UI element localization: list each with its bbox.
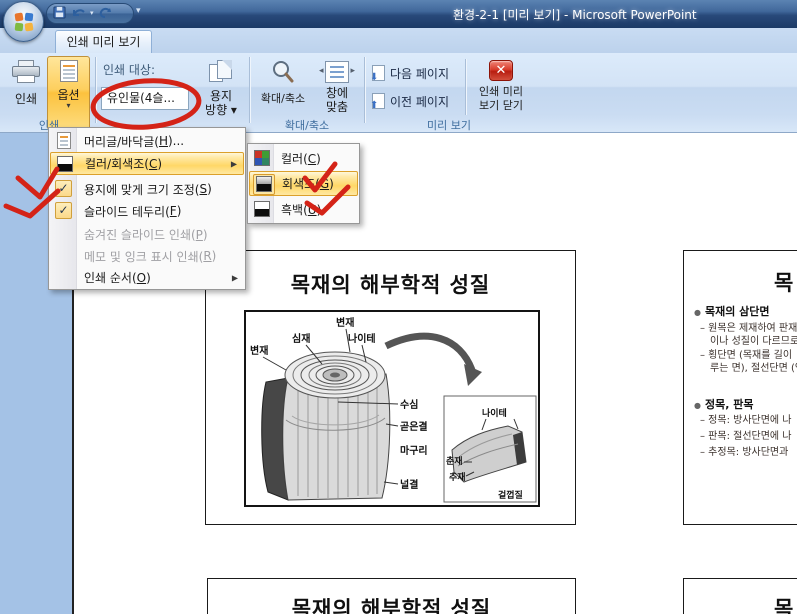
wood-anatomy-diagram: 변재 심재 변재 나이테 수심 곧은결 마구리 널결 bbox=[246, 312, 538, 505]
menu-item-header-footer[interactable]: 머리글/바닥글(H)... bbox=[50, 130, 244, 152]
svg-text:곧은결: 곧은결 bbox=[400, 420, 428, 433]
orientation-button[interactable]: 용지 방향 ▾ bbox=[196, 56, 246, 130]
color-grayscale-icon bbox=[57, 156, 73, 172]
options-menu: 머리글/바닥글(H)... 컬러/회색조(C) ▶ ✓ 용지에 맞게 크기 조정… bbox=[48, 127, 246, 290]
quick-access-toolbar: ▾ bbox=[46, 3, 134, 24]
slide2-title: 목 bbox=[774, 267, 793, 297]
print-target-label: 인쇄 대상: bbox=[103, 61, 155, 78]
paper-orientation-icon bbox=[208, 59, 234, 85]
chevron-down-icon: ▾ bbox=[66, 102, 70, 110]
next-page-icon: ⬇ bbox=[372, 65, 385, 81]
options-icon bbox=[60, 60, 78, 82]
svg-text:나이테: 나이테 bbox=[348, 332, 376, 345]
next-page-button[interactable]: ⬇ 다음 페이지 bbox=[372, 61, 449, 85]
group-separator bbox=[249, 57, 251, 123]
color-icon bbox=[254, 150, 270, 166]
svg-text:춘재: 춘재 bbox=[446, 455, 463, 467]
submenu-arrow-icon: ▶ bbox=[232, 273, 238, 282]
menu-item-color-grayscale[interactable]: 컬러/회색조(C) ▶ bbox=[50, 152, 244, 175]
powerpoint-window: ▾ ▾ 환경-2-1 [미리 보기] - Microsoft PowerPoin… bbox=[0, 0, 797, 614]
qat-customize-icon[interactable]: ▾ bbox=[136, 7, 141, 16]
grayscale-icon bbox=[256, 176, 272, 192]
svg-text:널결: 널결 bbox=[400, 478, 418, 491]
color-grayscale-submenu: 컬러(C) 회색조(G) 흑백(U) bbox=[247, 143, 360, 224]
slide-thumbnail-4[interactable]: 목 bbox=[683, 578, 797, 614]
ribbon-tab-row: 인쇄 미리 보기 bbox=[0, 28, 797, 53]
bullet-icon: ● bbox=[694, 401, 701, 410]
slide-thumbnail-1[interactable]: 목재의 해부학적 성질 bbox=[205, 250, 576, 525]
svg-text:나이테: 나이테 bbox=[482, 407, 507, 419]
bullet-icon: ● bbox=[694, 308, 701, 317]
tab-print-preview[interactable]: 인쇄 미리 보기 bbox=[55, 30, 152, 53]
slide2-text-line: – 정목: 방사단면에 나 bbox=[700, 411, 792, 426]
svg-text:수심: 수심 bbox=[400, 398, 418, 411]
slide2-bullet-2: ●정목, 판목 bbox=[694, 396, 753, 412]
group-separator bbox=[364, 57, 366, 123]
header-footer-icon bbox=[57, 132, 71, 149]
slide2-bullet-1: ●목재의 삼단면 bbox=[694, 303, 770, 319]
printer-icon bbox=[12, 60, 40, 84]
group-separator bbox=[95, 57, 97, 123]
menu-item-print-comments-ink: 메모 및 잉크 표시 인쇄(R) bbox=[50, 245, 244, 267]
title-bar: ▾ ▾ 환경-2-1 [미리 보기] - Microsoft PowerPoin… bbox=[0, 0, 797, 28]
slide2-text-line: – 판목: 절선단면에 나 bbox=[700, 427, 792, 442]
svg-text:변재: 변재 bbox=[250, 344, 268, 357]
group-label-zoom: 확대/축소 bbox=[251, 117, 363, 131]
office-button[interactable] bbox=[3, 1, 44, 42]
previous-page-button[interactable]: ⬆ 이전 페이지 bbox=[372, 89, 449, 113]
svg-text:추재: 추재 bbox=[449, 471, 466, 483]
slide2-text-line: 루는 면), 절선단면 (연 bbox=[710, 359, 797, 374]
close-icon: ✕ bbox=[489, 60, 513, 81]
slide1-title: 목재의 해부학적 성질 bbox=[206, 269, 575, 299]
print-target-combobox[interactable]: 유인물(4슬... bbox=[101, 87, 189, 110]
slide3-title: 목재의 해부학적 성질 bbox=[208, 593, 575, 614]
slide-thumbnail-3[interactable]: 목재의 해부학적 성질 bbox=[207, 578, 576, 614]
undo-dropdown-icon[interactable]: ▾ bbox=[90, 10, 94, 17]
submenu-item-black-white[interactable]: 흑백(U) bbox=[249, 197, 358, 222]
black-white-icon bbox=[254, 201, 270, 217]
slide2-text-line: 이나 성질이 다르므로 bbox=[710, 332, 797, 347]
checked-checkbox-icon: ✓ bbox=[55, 180, 72, 197]
menu-item-frame-slides[interactable]: ✓ 슬라이드 테두리(F) bbox=[50, 200, 244, 222]
slide4-title: 목 bbox=[774, 593, 793, 614]
slide-thumbnail-2[interactable]: 목 ●목재의 삼단면 – 원목은 제재하여 판재 이나 성질이 다르므로 – 횡… bbox=[683, 250, 797, 525]
button-divider bbox=[465, 59, 467, 115]
submenu-item-grayscale[interactable]: 회색조(G) bbox=[249, 171, 358, 196]
slide2-text-line: – 추정목: 방사단면과 bbox=[700, 443, 788, 458]
menu-item-printing-order[interactable]: 인쇄 순서(O) ▶ bbox=[50, 267, 244, 288]
window-title: 환경-2-1 [미리 보기] - Microsoft PowerPoint bbox=[453, 6, 697, 23]
svg-text:마구리: 마구리 bbox=[400, 444, 428, 457]
menu-item-scale-to-fit[interactable]: ✓ 용지에 맞게 크기 조정(S) bbox=[50, 178, 244, 200]
svg-text:심재: 심재 bbox=[292, 332, 310, 345]
ribbon: 인쇄 옵션 ▾ 인쇄 대상: 유인물(4슬... 용지 방향 ▾ 확대/축소 bbox=[0, 53, 797, 133]
redo-icon[interactable] bbox=[99, 7, 112, 21]
submenu-arrow-icon: ▶ bbox=[231, 159, 237, 168]
svg-text:겉껍질: 겉껍질 bbox=[498, 489, 523, 501]
svg-text:변재: 변재 bbox=[336, 316, 354, 329]
checked-checkbox-icon: ✓ bbox=[55, 202, 72, 219]
submenu-item-color[interactable]: 컬러(C) bbox=[249, 146, 358, 171]
previous-page-icon: ⬆ bbox=[372, 93, 385, 109]
office-logo-icon bbox=[12, 10, 36, 34]
wood-diagram-frame: 변재 심재 변재 나이테 수심 곧은결 마구리 널결 bbox=[244, 310, 540, 507]
magnifier-icon bbox=[270, 59, 296, 88]
fit-window-icon bbox=[325, 61, 349, 83]
menu-item-print-hidden-slides: 숨겨진 슬라이드 인쇄(P) bbox=[50, 224, 244, 245]
save-icon[interactable] bbox=[53, 6, 66, 21]
undo-icon[interactable] bbox=[71, 7, 85, 21]
group-label-preview: 미리 보기 bbox=[366, 117, 532, 131]
